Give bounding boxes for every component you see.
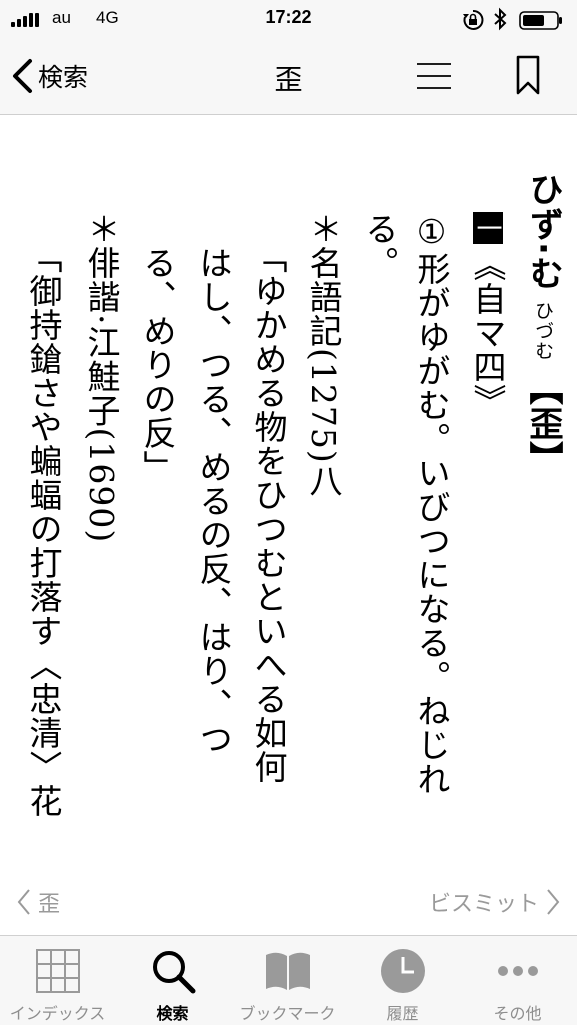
- entry-pos-line: 一《自マ四》: [464, 212, 510, 418]
- citation-text: 「ゆかめる物をひつむといへる如何: [249, 240, 288, 784]
- status-time: 17:22: [265, 7, 312, 27]
- tab-search[interactable]: 検索: [115, 936, 230, 1025]
- citation-text: はし、つる、めるの反、はり、つ: [194, 246, 233, 756]
- chevron-left-icon: [17, 889, 30, 915]
- previous-entry-link[interactable]: 歪: [16, 886, 60, 918]
- citation-text: る、めりの反」: [138, 246, 177, 484]
- tab-history[interactable]: 履歴: [345, 936, 460, 1025]
- citation-text: 「御持鎗さや蝙蝠の打落す〈忠清〉花: [24, 240, 63, 818]
- headword-reading: ひづむ: [532, 300, 554, 361]
- citation-source-1: ＊名語記(1275)八: [300, 212, 346, 498]
- citation-source-text: ＊名語記(1275)八: [304, 212, 343, 498]
- headword: ひず·む: [523, 172, 563, 291]
- clock-icon: [380, 949, 425, 993]
- tab-more[interactable]: その他: [460, 936, 575, 1025]
- definition-line: ①形がゆがむ。いびつになる。ねじれ: [408, 212, 454, 796]
- bluetooth-icon: [494, 7, 507, 31]
- grid-icon: [35, 949, 80, 993]
- part-of-speech-badge: 一: [472, 212, 503, 244]
- tab-bar: インデックス 検索 ブックマーク 履歴 その他: [0, 935, 577, 1025]
- search-icon: [152, 951, 195, 994]
- tab-label: その他: [493, 1004, 542, 1023]
- menu-icon[interactable]: [415, 58, 453, 94]
- citation-1-line-3: る、めりの反」: [134, 246, 180, 484]
- battery-icon: [519, 11, 562, 30]
- definition-line-end: る。: [356, 212, 402, 280]
- next-entry-link[interactable]: ビスミット: [429, 886, 561, 918]
- sense-number: ①: [412, 212, 451, 252]
- rotation-lock-icon: [463, 9, 484, 30]
- definition-text: 形がゆがむ。いびつになる。ねじれ: [412, 252, 451, 796]
- citation-2-line-1: 「御持鎗さや蝙蝠の打落す〈忠清〉花: [20, 240, 66, 818]
- part-of-speech-text: 《自マ四》: [468, 248, 507, 418]
- tab-label: 検索: [156, 1004, 189, 1023]
- back-button[interactable]: 検索: [10, 56, 88, 96]
- entry-pager: 歪 ビスミット: [0, 876, 577, 926]
- definition-text-end: る。: [360, 212, 399, 280]
- citation-source-text: ＊俳諧·江鮭子(1690): [82, 212, 121, 544]
- chevron-left-icon: [13, 59, 32, 93]
- entry-heading-line: ひず·むひづむ【歪】: [520, 172, 566, 476]
- previous-entry-label: 歪: [38, 892, 61, 917]
- citation-source-2: ＊俳諧·江鮭子(1690): [78, 212, 124, 543]
- tab-label: インデックス: [9, 1004, 106, 1023]
- bookmark-icon[interactable]: [512, 54, 544, 96]
- citation-1-line-2: はし、つる、めるの反、はり、つ: [190, 246, 236, 756]
- status-bar: au 4G 17:22: [0, 0, 577, 40]
- chevron-right-icon: [547, 889, 560, 915]
- next-entry-label: ビスミット: [428, 892, 539, 917]
- tab-bookmark[interactable]: ブックマーク: [230, 936, 345, 1025]
- citation-1-line-1: 「ゆかめる物をひつむといへる如何: [245, 240, 291, 784]
- tab-label: 履歴: [386, 1004, 419, 1023]
- book-icon: [265, 952, 310, 990]
- headword-kanji: 【歪】: [523, 370, 563, 476]
- navigation-bar: 検索 歪: [0, 40, 577, 115]
- back-button-label: 検索: [38, 63, 89, 92]
- tab-label: ブックマーク: [239, 1004, 336, 1023]
- more-icon: [497, 966, 538, 976]
- tab-index[interactable]: インデックス: [0, 936, 115, 1025]
